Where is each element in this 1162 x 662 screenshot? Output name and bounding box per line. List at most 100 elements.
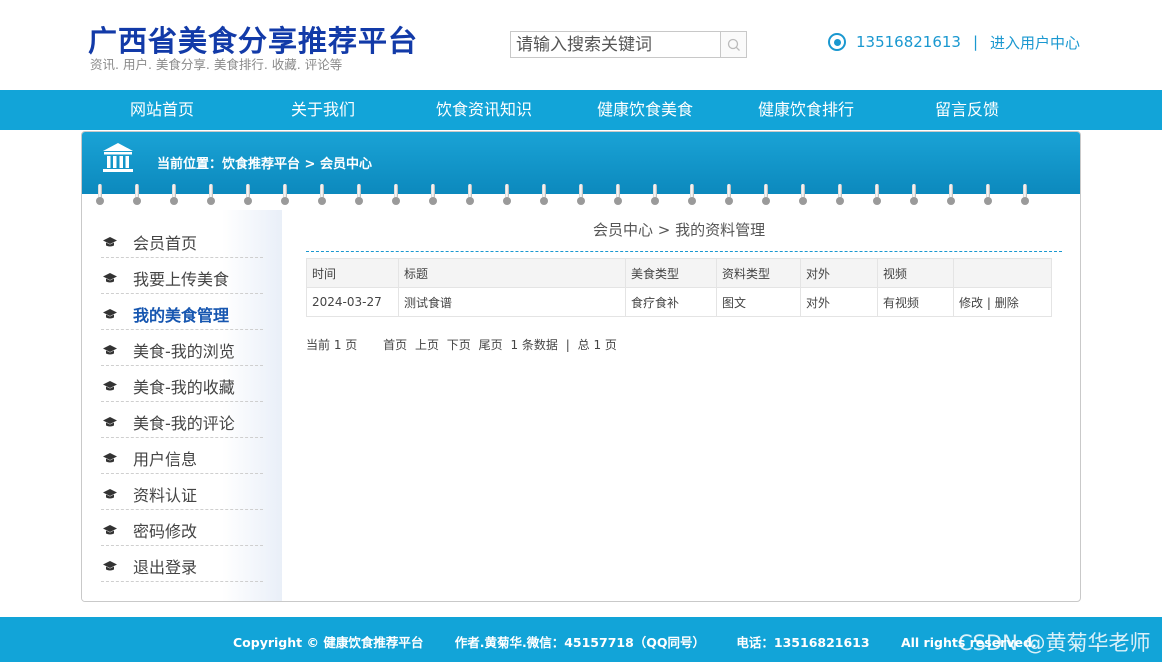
binder-ring [688, 184, 696, 208]
binder-rings [82, 184, 1080, 210]
sidebar-item-logout[interactable]: 退出登录 [101, 546, 263, 582]
binder-ring [984, 184, 992, 208]
binder-ring [244, 184, 252, 208]
nav-item-home[interactable]: 网站首页 [82, 90, 242, 130]
binder-ring [281, 184, 289, 208]
content-divider [306, 251, 1062, 252]
sidebar-item-label: 我要上传美食 [133, 270, 230, 289]
sidebar-item-label: 美食-我的浏览 [133, 342, 235, 361]
pager-divider: | [565, 338, 570, 352]
graduation-cap-icon [103, 381, 117, 391]
table-row: 2024-03-27 测试食谱 食疗食补 图文 对外 有视频 修改 | 删除 [306, 287, 1052, 317]
binder-ring [577, 184, 585, 208]
sidebar-item-upload-food[interactable]: 我要上传美食 [101, 258, 263, 294]
pager-next-link[interactable]: 下页 [447, 338, 471, 352]
graduation-cap-icon [103, 345, 117, 355]
cell-time: 2024-03-27 [306, 287, 399, 317]
binder-ring [133, 184, 141, 208]
search-input[interactable] [511, 32, 720, 57]
table-header-row: 时间 标题 美食类型 资料类型 对外 视频 [306, 258, 1052, 288]
binder-ring [318, 184, 326, 208]
search-button[interactable] [720, 32, 746, 57]
cell-data-type: 图文 [716, 287, 801, 317]
cell-title: 测试食谱 [398, 287, 626, 317]
cell-food-type: 食疗食补 [625, 287, 717, 317]
binder-ring [873, 184, 881, 208]
delete-link[interactable]: 删除 [995, 296, 1019, 310]
binder-ring [96, 184, 104, 208]
cell-public: 对外 [800, 287, 878, 317]
graduation-cap-icon [103, 525, 117, 535]
sidebar: 会员首页 我要上传美食 我的美食管理 美食-我的浏览 美食-我的收藏 美食-我的… [82, 210, 282, 601]
column-header-food-type: 美食类型 [625, 258, 717, 288]
separator: | [972, 33, 979, 51]
edit-link[interactable]: 修改 [959, 296, 983, 310]
sidebar-item-member-home[interactable]: 会员首页 [101, 222, 263, 258]
site-subtitle: 资讯. 用户. 美食分享. 美食排行. 收藏. 评论等 [90, 57, 343, 72]
sidebar-item-user-info[interactable]: 用户信息 [101, 438, 263, 474]
binder-ring [725, 184, 733, 208]
column-header-video: 视频 [877, 258, 954, 288]
graduation-cap-icon [103, 273, 117, 283]
sidebar-item-label: 美食-我的收藏 [133, 378, 235, 397]
binder-ring [429, 184, 437, 208]
action-divider: | [986, 295, 991, 310]
pagination: 当前 1 页 首页 上页 下页 尾页 1 条数据 | 总 1 页 [306, 336, 621, 353]
footer-text: Copyright © 健康饮食推荐平台 作者.黄菊华.微信：45157718（… [233, 632, 1064, 651]
graduation-cap-icon [103, 237, 117, 247]
nav-item-ranking[interactable]: 健康饮食排行 [726, 90, 886, 130]
sidebar-item-label: 退出登录 [133, 558, 198, 577]
binder-ring [207, 184, 215, 208]
binder-ring [466, 184, 474, 208]
sidebar-item-browse[interactable]: 美食-我的浏览 [101, 330, 263, 366]
nav-item-feedback[interactable]: 留言反馈 [887, 90, 1047, 130]
pager-count: 1 条数据 [510, 338, 558, 352]
graduation-cap-icon [103, 309, 117, 319]
contact-bar: 13516821613 | 进入用户中心 [828, 31, 1080, 53]
breadcrumb: 当前位置：饮食推荐平台 > 会员中心 [157, 157, 372, 172]
pager-first-link[interactable]: 首页 [383, 338, 407, 352]
content-title: 会员中心 > 我的资料管理 [593, 221, 766, 239]
site-footer: Copyright © 健康饮食推荐平台 作者.黄菊华.微信：45157718（… [0, 617, 1162, 662]
pager-total: 总 1 页 [577, 338, 617, 352]
food-table: 时间 标题 美食类型 资料类型 对外 视频 2024-03-27 测试食谱 食疗… [306, 258, 1052, 317]
main-nav: 网站首页 关于我们 饮食资讯知识 健康饮食美食 健康饮食排行 留言反馈 [0, 90, 1162, 130]
column-header-time: 时间 [306, 258, 399, 288]
binder-ring [392, 184, 400, 208]
pager-last-link[interactable]: 尾页 [479, 338, 503, 352]
sidebar-item-label: 密码修改 [133, 522, 198, 541]
footer-author: 作者.黄菊华.微信：45157718（QQ同号） [454, 635, 706, 650]
binder-ring [910, 184, 918, 208]
cell-video: 有视频 [877, 287, 954, 317]
nav-item-about[interactable]: 关于我们 [243, 90, 403, 130]
cell-actions: 修改 | 删除 [953, 287, 1052, 317]
target-icon [828, 33, 846, 51]
phone-number: 13516821613 [856, 33, 961, 51]
binder-ring [1021, 184, 1029, 208]
graduation-cap-icon [103, 489, 117, 499]
binder-ring [355, 184, 363, 208]
footer-copyright: Copyright © 健康饮食推荐平台 [233, 635, 424, 650]
search-icon [727, 38, 740, 51]
binder-ring [762, 184, 770, 208]
sidebar-item-password[interactable]: 密码修改 [101, 510, 263, 546]
nav-item-food[interactable]: 健康饮食美食 [565, 90, 725, 130]
nav-item-news[interactable]: 饮食资讯知识 [404, 90, 564, 130]
sidebar-item-label: 美食-我的评论 [133, 414, 235, 433]
watermark: CSDN @黄菊华老师 [958, 631, 1151, 655]
sidebar-item-label: 我的美食管理 [133, 306, 230, 325]
sidebar-item-my-food[interactable]: 我的美食管理 [101, 294, 263, 330]
binder-ring [503, 184, 511, 208]
user-center-link[interactable]: 进入用户中心 [990, 32, 1080, 53]
sidebar-item-comments[interactable]: 美食-我的评论 [101, 402, 263, 438]
binder-ring [651, 184, 659, 208]
column-header-title: 标题 [398, 258, 626, 288]
sidebar-item-verification[interactable]: 资料认证 [101, 474, 263, 510]
graduation-cap-icon [103, 417, 117, 427]
member-panel: 当前位置：饮食推荐平台 > 会员中心 会员首页 我要上传美食 我的美食管理 美食… [81, 131, 1081, 602]
binder-ring [799, 184, 807, 208]
pager-prev-link[interactable]: 上页 [415, 338, 439, 352]
sidebar-item-favorites[interactable]: 美食-我的收藏 [101, 366, 263, 402]
column-header-data-type: 资料类型 [716, 258, 801, 288]
bank-icon [103, 143, 133, 172]
